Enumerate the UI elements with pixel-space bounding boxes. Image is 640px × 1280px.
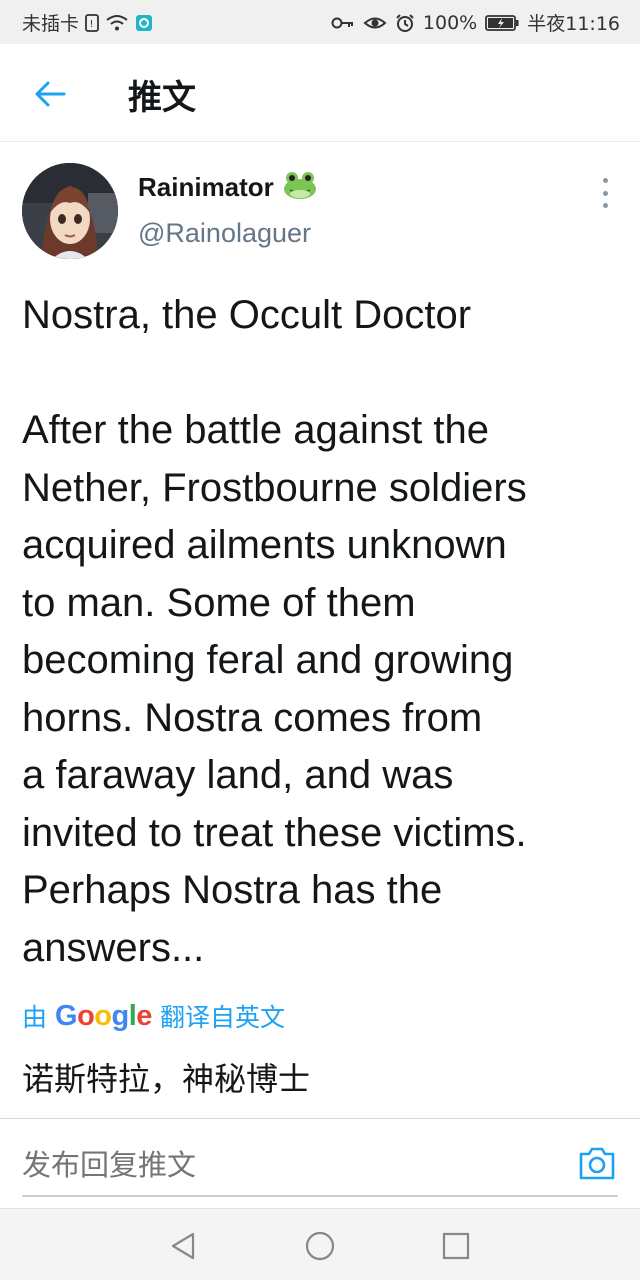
square-recents-icon xyxy=(442,1232,470,1260)
nav-home-button[interactable] xyxy=(303,1229,337,1263)
system-nav-bar xyxy=(0,1208,640,1280)
page-title: 推文 xyxy=(128,78,196,118)
alarm-icon xyxy=(395,13,415,33)
reply-input[interactable] xyxy=(22,1143,562,1187)
reply-divider xyxy=(22,1195,618,1197)
user-handle[interactable]: @Rainolaguer xyxy=(138,218,311,249)
nav-recents-button[interactable] xyxy=(439,1229,473,1263)
translation-suffix: 翻译自英文 xyxy=(159,1003,285,1032)
back-button[interactable] xyxy=(28,74,72,114)
display-name[interactable]: Rainimator xyxy=(138,172,274,203)
more-dot-icon xyxy=(602,190,608,196)
avatar[interactable] xyxy=(22,163,118,259)
app-header: 推文 xyxy=(0,44,640,142)
wifi-icon xyxy=(105,14,129,32)
translated-text: 诺斯特拉，神秘博士 xyxy=(22,1060,311,1098)
more-dot-icon xyxy=(602,203,608,208)
nav-back-button[interactable] xyxy=(166,1229,200,1263)
carrier-label: 未插卡 xyxy=(22,13,80,35)
more-dot-icon xyxy=(602,178,608,183)
tweet-text: Nostra, the Occult Doctor After the batt… xyxy=(22,293,527,970)
battery-percent: 100% xyxy=(422,11,478,34)
camera-icon xyxy=(579,1147,615,1180)
svg-text:!: ! xyxy=(90,19,94,30)
frog-emoji-icon xyxy=(282,170,318,204)
reply-bar xyxy=(0,1118,640,1208)
google-logo: Google xyxy=(55,999,152,1032)
key-icon xyxy=(331,16,355,30)
app-notification-icon xyxy=(135,14,153,32)
eye-icon xyxy=(363,14,387,32)
circle-home-icon xyxy=(305,1231,335,1261)
battery-icon xyxy=(485,14,519,32)
clock: 半夜11:16 xyxy=(527,13,620,35)
translation-prefix: 由 xyxy=(22,1003,48,1032)
status-bar: 未插卡 ! 100% 半夜11:16 xyxy=(0,0,640,44)
tweet-author: Rainimator @Rainolaguer xyxy=(0,160,640,270)
camera-button[interactable] xyxy=(578,1145,616,1181)
sim-icon: ! xyxy=(85,13,99,32)
back-arrow-icon xyxy=(35,81,66,107)
translation-attribution[interactable]: 由 Google 翻译自英文 xyxy=(22,998,285,1034)
more-options-button[interactable] xyxy=(596,178,614,208)
triangle-back-icon xyxy=(171,1232,195,1260)
